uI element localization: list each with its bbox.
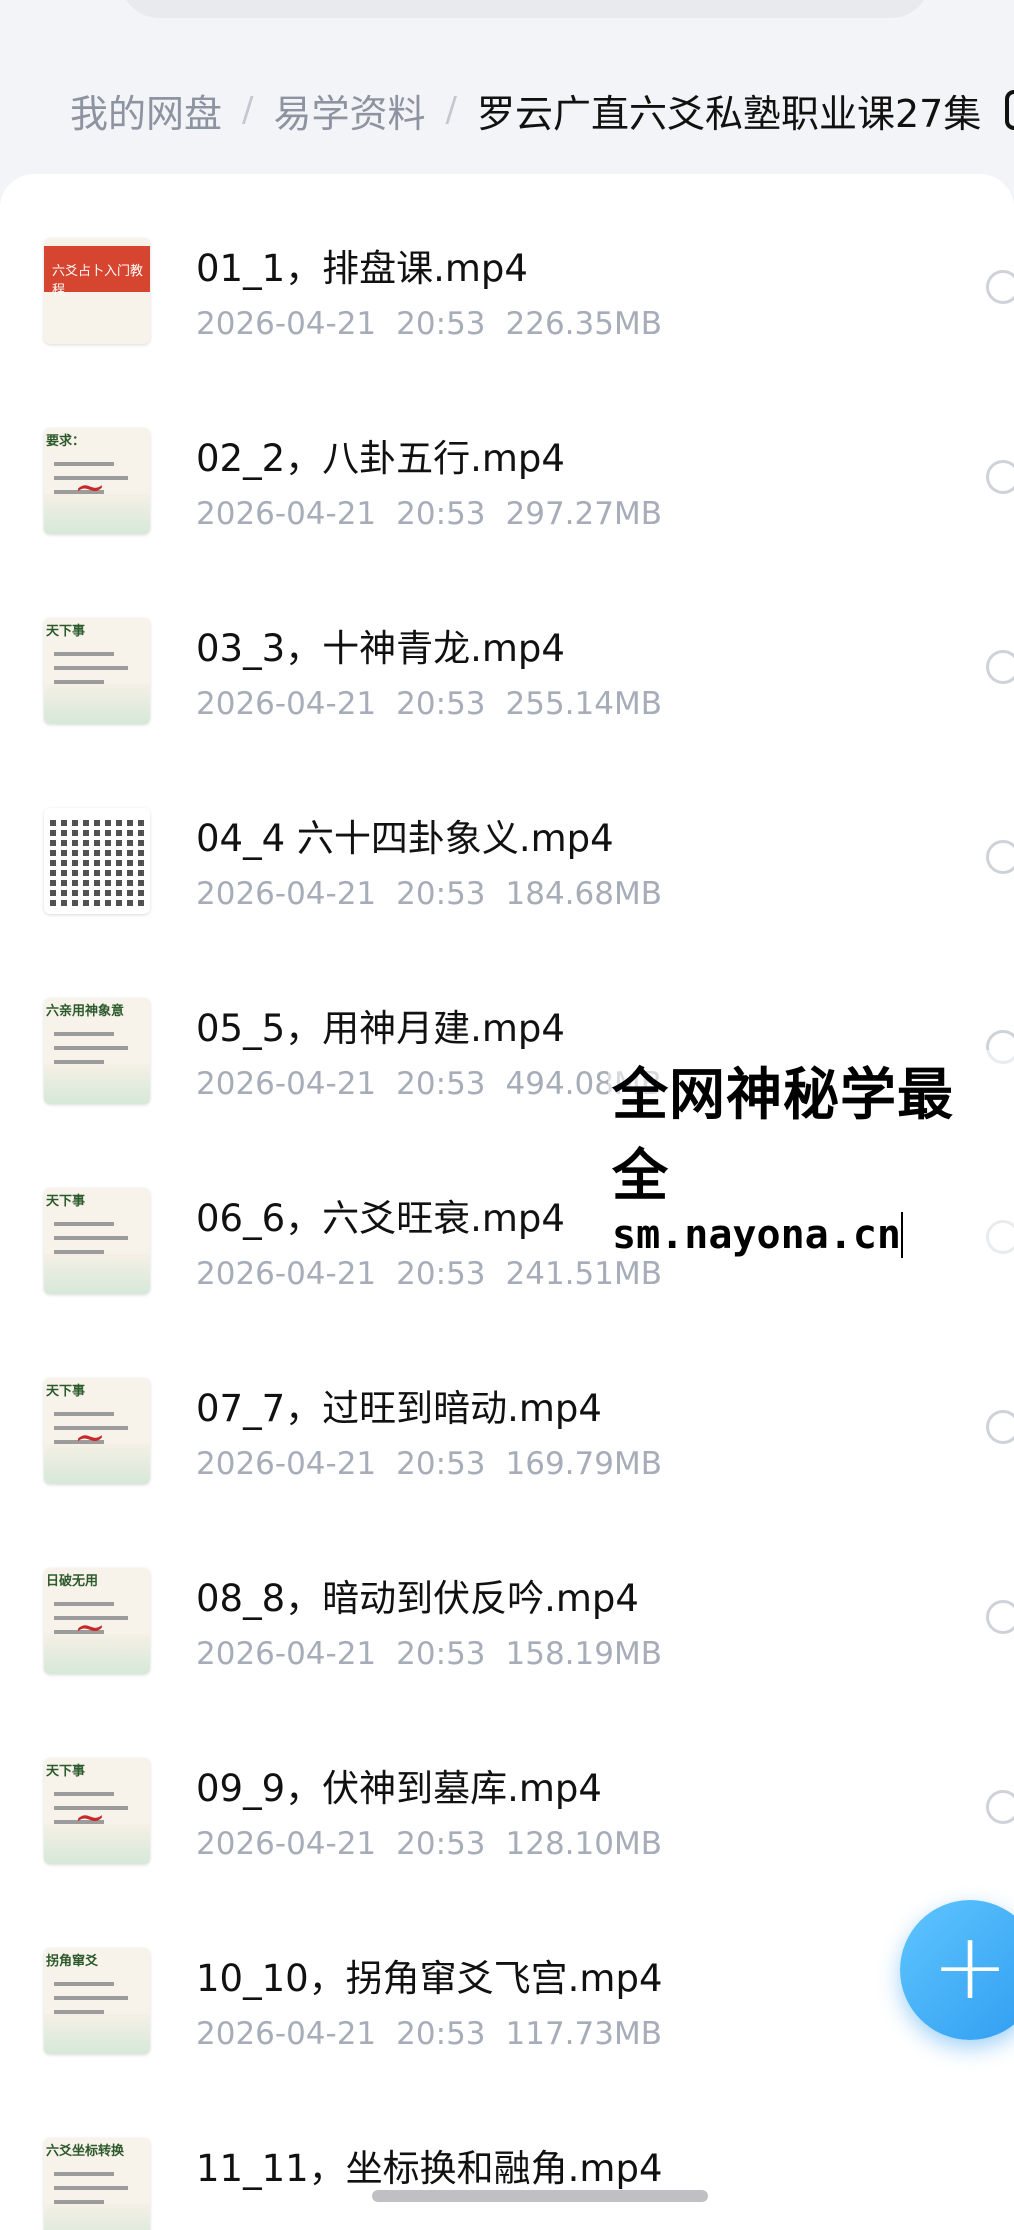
file-size: 226.35MB [505,306,662,342]
breadcrumb-item-folder[interactable]: 易学资料 [273,83,425,138]
file-date: 2026-04-21 [196,496,377,532]
file-size: 297.27MB [505,496,662,532]
file-date: 2026-04-21 [196,1826,377,1862]
file-size: 184.68MB [505,876,662,912]
breadcrumb: 我的网盘 / 易学资料 / 罗云广直六爻私塾职业课27集 [70,80,1014,140]
thumbnail-caption: 拐角窜爻 [46,1954,99,1969]
file-date: 2026-04-21 [196,2016,377,2052]
thumbnail-caption: 要求： [46,434,86,449]
file-row[interactable]: 拐角窜爻 10_10，拐角窜爻飞宫.mp4 2026-04-21 20:53 117.7… [0,1884,1014,2074]
select-radio[interactable] [986,1410,1014,1444]
video-thumbnail: 六爻坐标转换 [44,2138,150,2230]
file-time: 20:53 [396,1826,486,1862]
thumbnail-caption: 天下事 [46,1764,86,1779]
video-thumbnail: 天下事 [44,618,150,724]
video-thumbnail: ~ 日破无用 [44,1568,150,1674]
thumbnail-caption: 六爻占卜入门教程 [52,264,144,298]
video-thumbnail [44,808,150,914]
breadcrumb-item-my-drive[interactable]: 我的网盘 [70,83,222,138]
file-time: 20:53 [396,1256,486,1292]
thumbnail-caption: 天下事 [46,1194,86,1209]
file-time: 20:53 [396,306,486,342]
watermark-line2: sm.nayona.cn [612,1212,903,1258]
video-thumbnail: 六爻占卜入门教程 [44,238,150,344]
video-thumbnail: ~ 天下事 [44,1378,150,1484]
file-row[interactable]: 六爻占卜入门教程 01_1，排盘课.mp4 2026-04-21 20:53 226.3… [0,174,1014,364]
breadcrumb-separator: / [445,90,457,130]
file-time: 20:53 [396,496,486,532]
file-row[interactable]: 六爻坐标转换 11_11，坐标换和融角.mp4 [0,2074,1014,2230]
select-radio[interactable] [986,270,1014,304]
thumbnail-caption: 天下事 [46,624,86,639]
file-name: 02_2，八卦五行.mp4 [196,437,565,480]
home-indicator [372,2190,708,2202]
thumbnail-caption: 六爻坐标转换 [46,2144,125,2159]
select-radio[interactable] [986,1790,1014,1824]
file-meta: 2026-04-21 20:53 169.79MB [196,1446,682,1482]
file-row[interactable]: ~ 天下事 07_7，过旺到暗动.mp4 2026-04-21 20:53 169.79M… [0,1314,1014,1504]
file-size: 255.14MB [505,686,662,722]
file-meta: 2026-04-21 20:53 241.51MB [196,1256,682,1292]
watermark-line1: 全网神秘学最全 [612,1063,954,1209]
file-name: 03_3，十神青龙.mp4 [196,627,565,670]
file-name: 07_7，过旺到暗动.mp4 [196,1387,602,1430]
file-meta: 2026-04-21 20:53 128.10MB [196,1826,682,1862]
file-meta: 2026-04-21 20:53 226.35MB [196,306,682,342]
file-date: 2026-04-21 [196,1066,377,1102]
file-size: 158.19MB [505,1636,662,1672]
file-meta: 2026-04-21 20:53 184.68MB [196,876,682,912]
file-name: 01_1，排盘课.mp4 [196,247,528,290]
file-date: 2026-04-21 [196,686,377,722]
file-name: 05_5，用神月建.mp4 [196,1007,565,1050]
select-radio[interactable] [986,650,1014,684]
file-name: 09_9，伏神到墓库.mp4 [196,1767,602,1810]
thumbnail-caption: 六亲用神象意 [46,1004,125,1019]
file-time: 20:53 [396,1066,486,1102]
file-row[interactable]: ~ 天下事 09_9，伏神到墓库.mp4 2026-04-21 20:53 128.10M… [0,1694,1014,1884]
select-radio[interactable] [986,460,1014,494]
watermark: 全网神秘学最全 sm.nayona.cn [608,1050,1014,1258]
file-size: 128.10MB [505,1826,662,1862]
search-bar[interactable] [120,0,930,18]
file-meta: 2026-04-21 20:53 117.73MB [196,2016,682,2052]
video-thumbnail: 天下事 [44,1188,150,1294]
file-meta: 2026-04-21 20:53 297.27MB [196,496,682,532]
file-row[interactable]: 04_4 六十四卦象义.mp4 2026-04-21 20:53 184.68MB [0,744,1014,934]
file-date: 2026-04-21 [196,1256,377,1292]
file-row[interactable]: ~ 要求： 02_2，八卦五行.mp4 2026-04-21 20:53 297.27MB [0,364,1014,554]
file-name: 10_10，拐角窜爻飞宫.mp4 [196,1957,663,2000]
file-row[interactable]: ~ 日破无用 08_8，暗动到伏反吟.mp4 2026-04-21 20:53 158.1… [0,1504,1014,1694]
file-time: 20:53 [396,876,486,912]
thumbnail-caption: 天下事 [46,1384,86,1399]
file-size: 117.73MB [505,2016,662,2052]
file-name: 08_8，暗动到伏反吟.mp4 [196,1577,639,1620]
file-date: 2026-04-21 [196,876,377,912]
plus-icon: + [931,1913,1009,2020]
thumbnail-caption: 日破无用 [46,1574,99,1589]
file-time: 20:53 [396,686,486,722]
folder-options-icon[interactable] [1005,90,1014,130]
file-date: 2026-04-21 [196,306,377,342]
video-thumbnail: ~ 要求： [44,428,150,534]
file-row[interactable]: 天下事 03_3，十神青龙.mp4 2026-04-21 20:53 255.14MB [0,554,1014,744]
file-date: 2026-04-21 [196,1446,377,1482]
video-thumbnail: ~ 天下事 [44,1758,150,1864]
file-name: 11_11，坐标换和融角.mp4 [196,2147,663,2190]
breadcrumb-item-current: 罗云广直六爻私塾职业课27集 [476,91,982,136]
select-radio[interactable] [986,840,1014,874]
file-size: 169.79MB [505,1446,662,1482]
file-size: 241.51MB [505,1256,662,1292]
file-meta: 2026-04-21 20:53 158.19MB [196,1636,682,1672]
file-time: 20:53 [396,1446,486,1482]
video-thumbnail: 拐角窜爻 [44,1948,150,2054]
file-time: 20:53 [396,2016,486,2052]
file-time: 20:53 [396,1636,486,1672]
select-radio[interactable] [986,1600,1014,1634]
file-meta: 2026-04-21 20:53 255.14MB [196,686,682,722]
file-name: 06_6，六爻旺衰.mp4 [196,1197,565,1240]
breadcrumb-separator: / [242,90,254,130]
file-date: 2026-04-21 [196,1636,377,1672]
file-name: 04_4 六十四卦象义.mp4 [196,817,614,860]
video-thumbnail: 六亲用神象意 [44,998,150,1104]
